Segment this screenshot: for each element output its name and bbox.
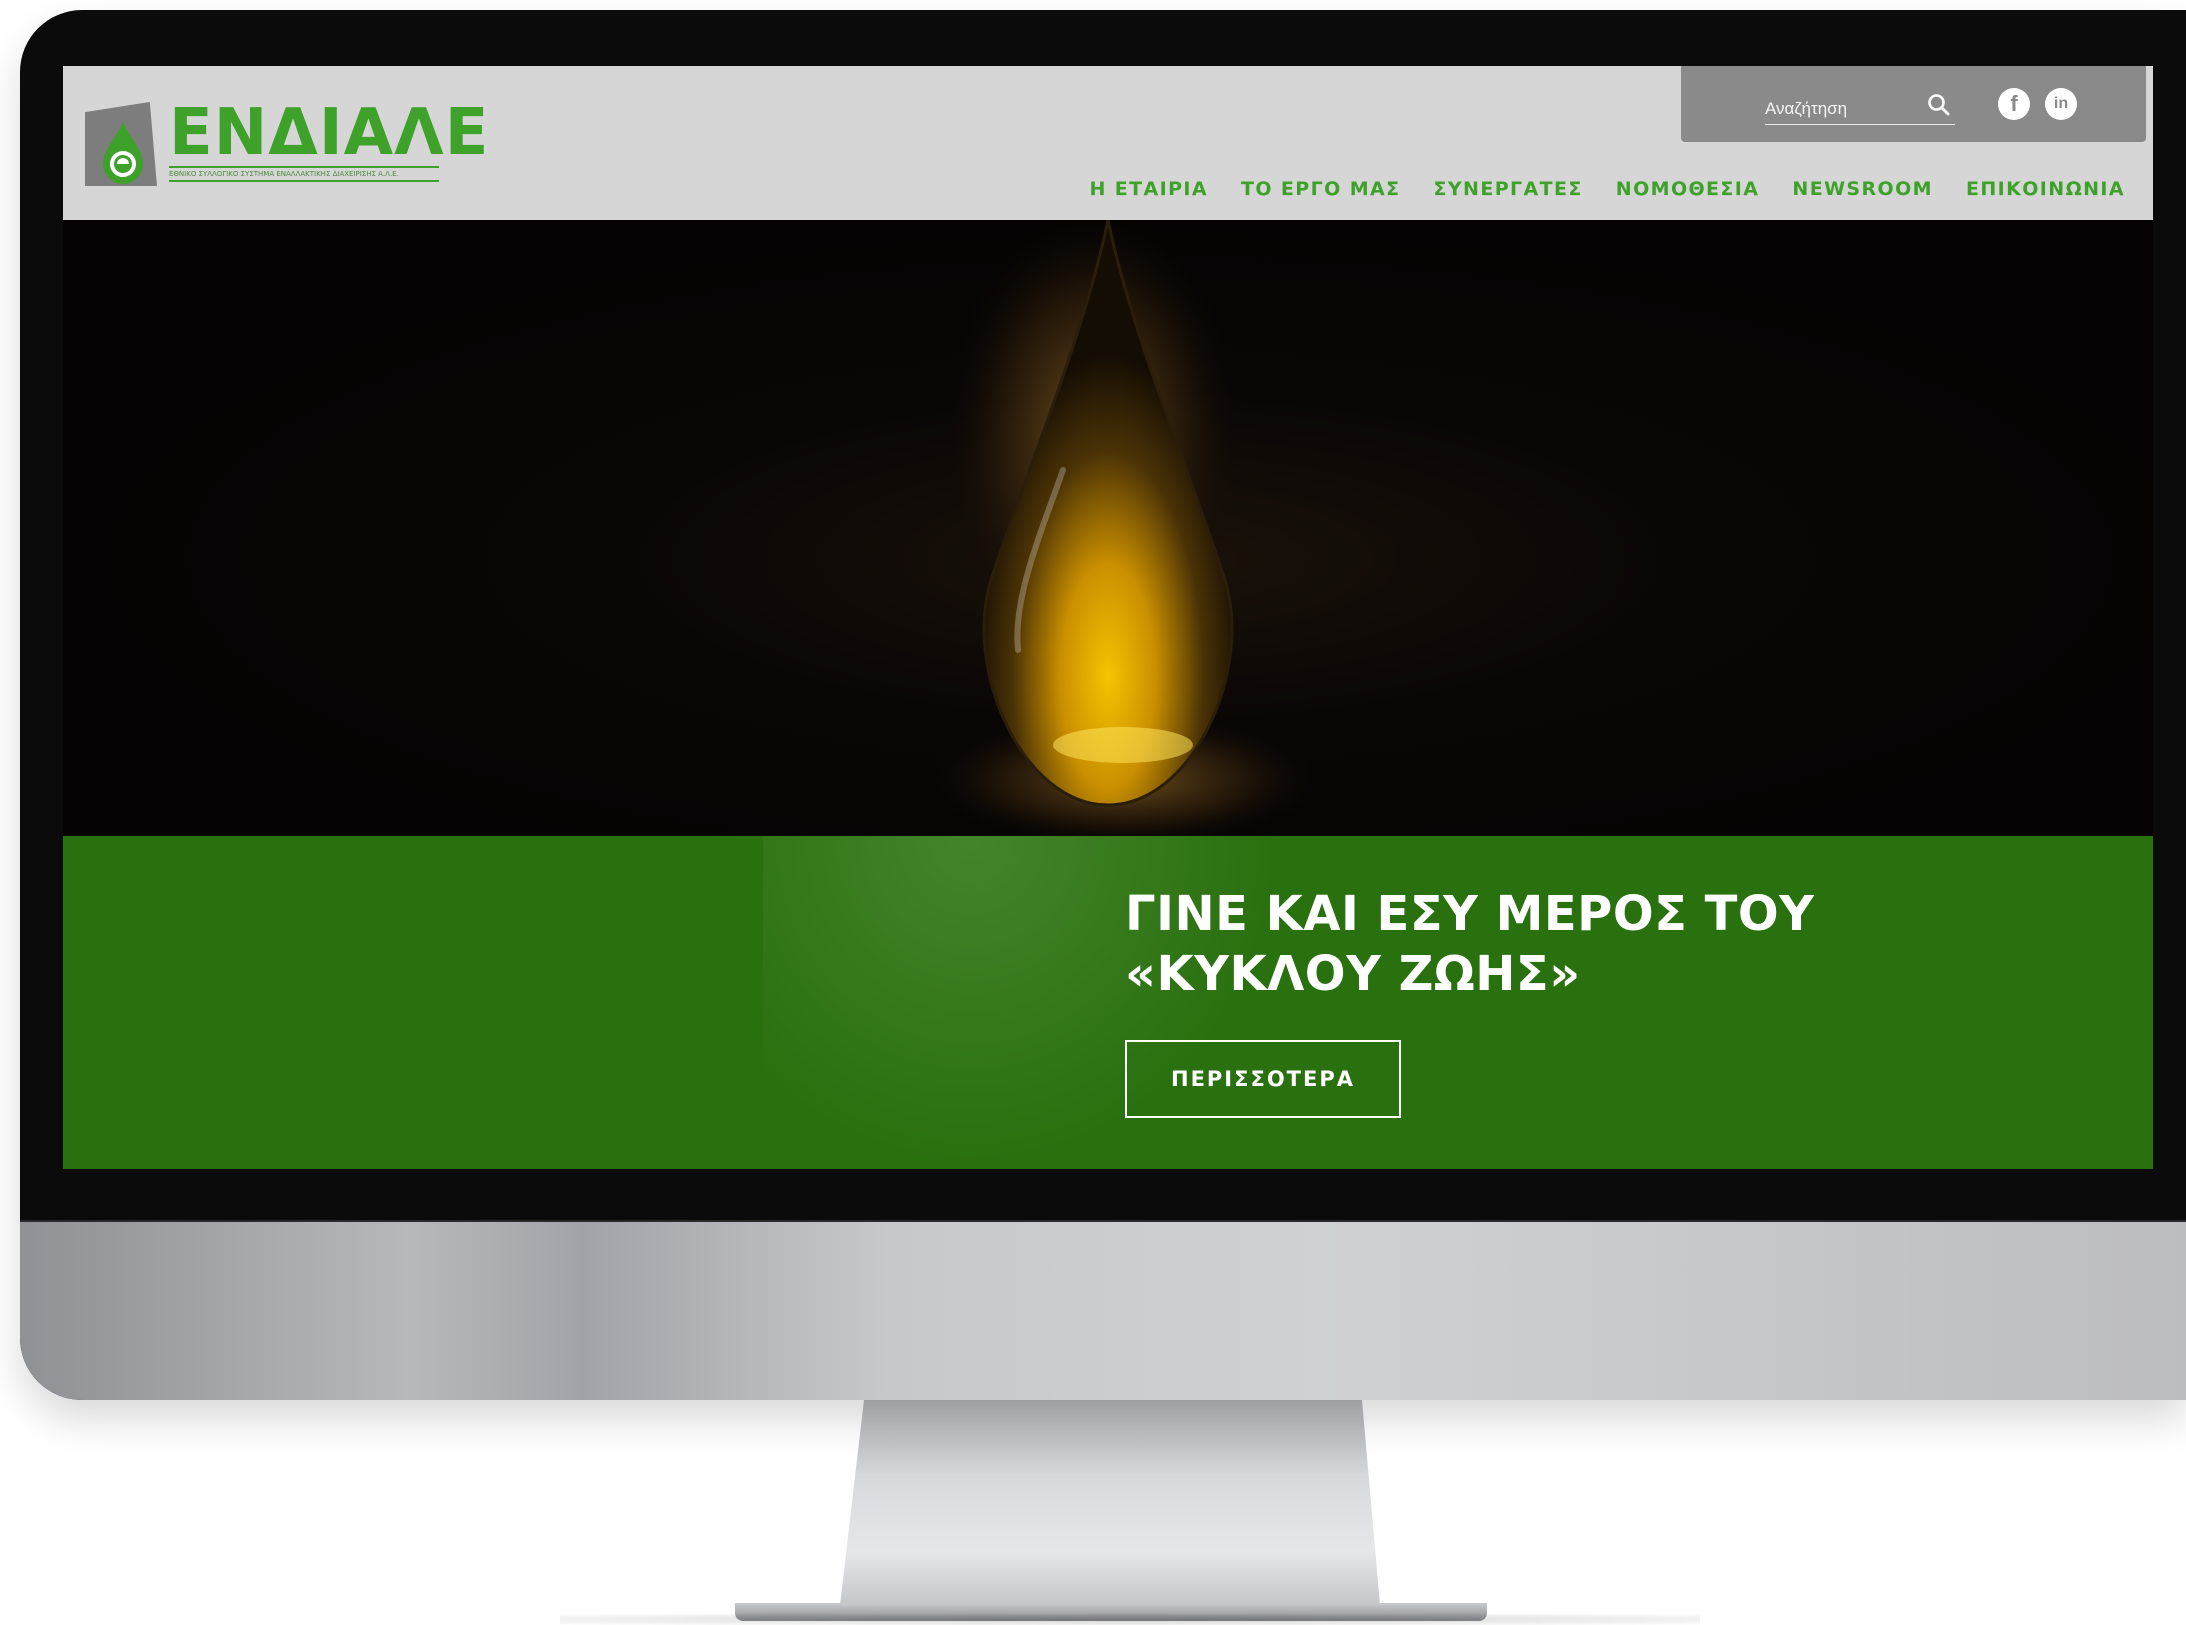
hero-headline: ΓΙΝΕ ΚΑΙ ΕΣΥ ΜΕΡΟΣ ΤΟΥ «ΚΥΚΛΟΥ ΖΩΗΣ» bbox=[1125, 886, 1815, 1002]
hero-image bbox=[63, 220, 2153, 836]
stand-shadow bbox=[560, 1614, 1700, 1625]
main-navigation: Η ΕΤΑΙΡΙΑ ΤΟ ΕΡΓΟ ΜΑΣ ΣΥΝΕΡΓΑΤΕΣ ΝΟΜΟΘΕΣ… bbox=[1089, 178, 2125, 200]
logo-title: ΕΝΔΙΑΛΕ bbox=[169, 96, 490, 170]
nav-item-legislation[interactable]: ΝΟΜΟΘΕΣΙΑ bbox=[1616, 178, 1760, 200]
oil-drop-icon bbox=[103, 122, 143, 184]
oil-drop-illustration bbox=[923, 220, 1323, 836]
linkedin-icon[interactable]: in bbox=[2045, 88, 2077, 120]
nav-item-our-work[interactable]: ΤΟ ΕΡΓΟ ΜΑΣ bbox=[1241, 178, 1401, 200]
nav-item-company[interactable]: Η ΕΤΑΙΡΙΑ bbox=[1089, 178, 1208, 200]
nav-item-partners[interactable]: ΣΥΝΕΡΓΑΤΕΣ bbox=[1434, 178, 1583, 200]
search-icon[interactable] bbox=[1926, 92, 1952, 118]
site-header: ΕΝΔΙΑΛΕ ΕΘΝΙΚΟ ΣΥΛΛΟΓΙΚΟ ΣΥΣΤΗΜΑ ΕΝΑΛΛΑΚ… bbox=[63, 66, 2153, 220]
logo-text-block: ΕΝΔΙΑΛΕ ΕΘΝΙΚΟ ΣΥΛΛΟΓΙΚΟ ΣΥΣΤΗΜΑ ΕΝΑΛΛΑΚ… bbox=[169, 96, 490, 182]
hero-banner: ΓΙΝΕ ΚΑΙ ΕΣΥ ΜΕΡΟΣ ΤΟΥ «ΚΥΚΛΟΥ ΖΩΗΣ» ΠΕΡ… bbox=[63, 836, 2153, 1169]
website-screen: ΕΝΔΙΑΛΕ ΕΘΝΙΚΟ ΣΥΛΛΟΓΙΚΟ ΣΥΣΤΗΜΑ ΕΝΑΛΛΑΚ… bbox=[63, 66, 2153, 1169]
monitor-chin bbox=[20, 1222, 2186, 1400]
logo-emblem bbox=[85, 102, 157, 186]
site-logo[interactable]: ΕΝΔΙΑΛΕ ΕΘΝΙΚΟ ΣΥΛΛΟΓΙΚΟ ΣΥΣΤΗΜΑ ΕΝΑΛΛΑΚ… bbox=[85, 96, 490, 186]
facebook-icon[interactable]: f bbox=[1998, 88, 2030, 120]
utility-bar: f in bbox=[1681, 66, 2146, 142]
desktop-monitor-mockup: ΕΝΔΙΑΛΕ ΕΘΝΙΚΟ ΣΥΛΛΟΓΙΚΟ ΣΥΣΤΗΜΑ ΕΝΑΛΛΑΚ… bbox=[0, 0, 2186, 1625]
nav-item-newsroom[interactable]: NEWSROOM bbox=[1792, 178, 1933, 200]
monitor-stand bbox=[840, 1400, 1380, 1605]
more-button[interactable]: ΠΕΡΙΣΣΟΤΕΡΑ bbox=[1125, 1040, 1401, 1118]
nav-item-contact[interactable]: ΕΠΙΚΟΙΝΩΝΙΑ bbox=[1966, 178, 2125, 200]
logo-subtitle: ΕΘΝΙΚΟ ΣΥΛΛΟΓΙΚΟ ΣΥΣΤΗΜΑ ΕΝΑΛΛΑΚΤΙΚΗΣ ΔΙ… bbox=[169, 166, 439, 182]
monitor-frame: ΕΝΔΙΑΛΕ ΕΘΝΙΚΟ ΣΥΛΛΟΓΙΚΟ ΣΥΣΤΗΜΑ ΕΝΑΛΛΑΚ… bbox=[20, 10, 2186, 1400]
